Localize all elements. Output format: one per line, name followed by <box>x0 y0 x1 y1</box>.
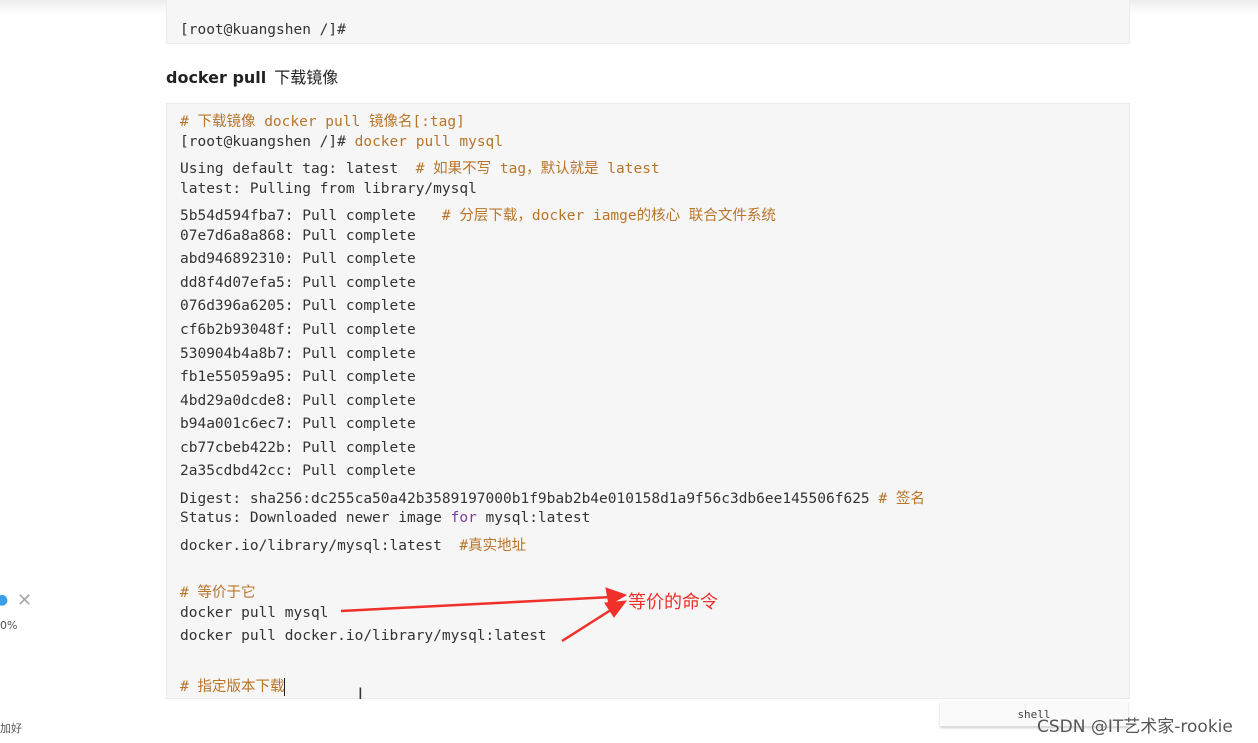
sidebar-text: 加好 <box>0 722 22 735</box>
arrow-line-2 <box>561 606 615 643</box>
arrow-line-1 <box>340 595 613 613</box>
watermark: CSDN @IT艺术家-rookie <box>1037 717 1233 737</box>
text-cursor-icon: I <box>358 684 363 703</box>
annotation-arrows <box>340 587 628 643</box>
arrow-head-2 <box>604 600 628 618</box>
close-icon[interactable]: ✕ <box>17 590 32 611</box>
loading-icon: ● <box>0 592 9 608</box>
annotation-label: 等价的命令 <box>628 592 718 613</box>
progress-percent: 0% <box>0 619 18 632</box>
